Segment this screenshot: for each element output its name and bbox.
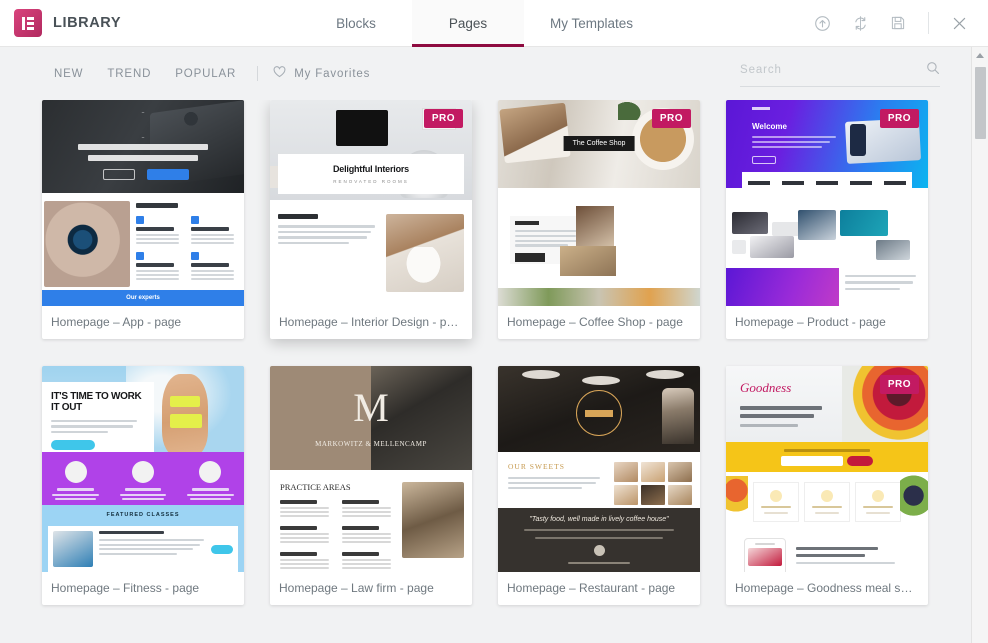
close-icon[interactable] bbox=[948, 12, 970, 34]
caret-up-icon[interactable] bbox=[972, 47, 988, 64]
thumb-heading: IT'S TIME TO WORK IT OUT bbox=[51, 391, 142, 413]
tab-my-templates[interactable]: My Templates bbox=[524, 0, 659, 46]
filter-divider bbox=[257, 66, 259, 81]
brand: LIBRARY bbox=[0, 0, 300, 46]
filter-my-favorites[interactable]: My Favorites bbox=[267, 61, 376, 87]
template-title: Homepage – Interior Design - page bbox=[279, 315, 467, 329]
template-thumbnail: Goodness bbox=[726, 366, 928, 572]
template-title: Homepage – Product - page bbox=[735, 315, 886, 329]
thumb-subheading: RENOVATED ROOMS bbox=[333, 179, 409, 184]
search-icon[interactable] bbox=[926, 61, 940, 80]
template-thumbnail: Welcome bbox=[726, 100, 928, 306]
filter-group: New Trend Popular My Favorites bbox=[42, 61, 376, 87]
template-grid-scroll-area[interactable]: Our experts Homepage – App - page PRO De… bbox=[0, 100, 988, 643]
template-thumbnail: IT'S TIME TO WORK IT OUT FEATURED CLASSE… bbox=[42, 366, 244, 572]
template-card-restaurant[interactable]: OUR SWEETS "Tasty food, well made in liv… bbox=[498, 366, 700, 605]
thumb-monogram: M bbox=[353, 385, 389, 430]
template-title: Homepage – Law firm - page bbox=[279, 581, 434, 595]
library-tabs: Blocks Pages My Templates bbox=[300, 0, 659, 47]
filter-popular[interactable]: Popular bbox=[163, 64, 248, 84]
thumb-quote: "Tasty food, well made in lively coffee … bbox=[529, 516, 669, 523]
pro-badge: PRO bbox=[423, 109, 463, 128]
template-title: Homepage – Coffee Shop - page bbox=[507, 315, 683, 329]
thumb-logo: Goodness bbox=[740, 380, 792, 395]
pro-badge: PRO bbox=[879, 375, 919, 394]
tab-blocks[interactable]: Blocks bbox=[300, 0, 412, 46]
template-card-coffee-shop[interactable]: PRO The Coffee Shop Homepage – Coffee Sh… bbox=[498, 100, 700, 339]
template-thumbnail: Delightful Interiors RENOVATED ROOMS bbox=[270, 100, 472, 306]
upload-icon[interactable] bbox=[811, 12, 833, 34]
scrollbar-thumb[interactable] bbox=[975, 67, 986, 139]
save-icon[interactable] bbox=[887, 12, 909, 34]
my-favorites-label: My Favorites bbox=[294, 67, 371, 80]
template-card-interior-design[interactable]: PRO Delightful Interiors RENOVATED ROOMS bbox=[270, 100, 472, 339]
pro-badge: PRO bbox=[879, 109, 919, 128]
vertical-scrollbar[interactable] bbox=[971, 47, 988, 643]
template-grid: Our experts Homepage – App - page PRO De… bbox=[26, 100, 962, 605]
template-title: Homepage – Restaurant - page bbox=[507, 581, 676, 595]
heart-icon bbox=[273, 65, 286, 83]
pro-badge: PRO bbox=[651, 109, 691, 128]
template-title: Homepage – Fitness - page bbox=[51, 581, 200, 595]
template-title: Homepage – App - page bbox=[51, 315, 182, 329]
template-card-law-firm[interactable]: M MARKOWITZ & MELLENCAMP PRACTICE AREAS bbox=[270, 366, 472, 605]
template-title: Homepage – Goodness meal servi… bbox=[735, 581, 928, 595]
search-input[interactable] bbox=[740, 64, 926, 76]
tab-pages[interactable]: Pages bbox=[412, 0, 524, 47]
header-actions bbox=[811, 0, 988, 46]
template-thumbnail: Our experts bbox=[42, 100, 244, 306]
thumb-heading: Delightful Interiors bbox=[332, 164, 409, 174]
search-box[interactable] bbox=[740, 61, 940, 87]
library-toolbar: New Trend Popular My Favorites bbox=[0, 47, 988, 100]
app-header: LIBRARY Blocks Pages My Templates bbox=[0, 0, 988, 47]
thumb-heading: Welcome bbox=[752, 122, 787, 131]
template-thumbnail: OUR SWEETS "Tasty food, well made in liv… bbox=[498, 366, 700, 572]
template-card-product[interactable]: PRO Welcome Homepage – Product - page bbox=[726, 100, 928, 339]
template-card-app[interactable]: Our experts Homepage – App - page bbox=[42, 100, 244, 339]
elementor-logo-icon bbox=[14, 9, 42, 37]
thumb-cta-label: Our experts bbox=[126, 295, 160, 301]
page-title: LIBRARY bbox=[53, 15, 122, 31]
template-card-goodness-meal-service[interactable]: PRO Goodness Homepage – Goodness meal se… bbox=[726, 366, 928, 605]
header-divider bbox=[928, 12, 929, 34]
thumb-heading: The Coffee Shop bbox=[563, 136, 635, 151]
template-thumbnail: The Coffee Shop bbox=[498, 100, 700, 306]
filter-new[interactable]: New bbox=[42, 64, 95, 84]
filter-trend[interactable]: Trend bbox=[95, 64, 163, 84]
thumb-heading: MARKOWITZ & MELLENCAMP bbox=[315, 440, 427, 448]
template-thumbnail: M MARKOWITZ & MELLENCAMP PRACTICE AREAS bbox=[270, 366, 472, 572]
sync-icon[interactable] bbox=[849, 12, 871, 34]
template-card-fitness[interactable]: IT'S TIME TO WORK IT OUT FEATURED CLASSE… bbox=[42, 366, 244, 605]
